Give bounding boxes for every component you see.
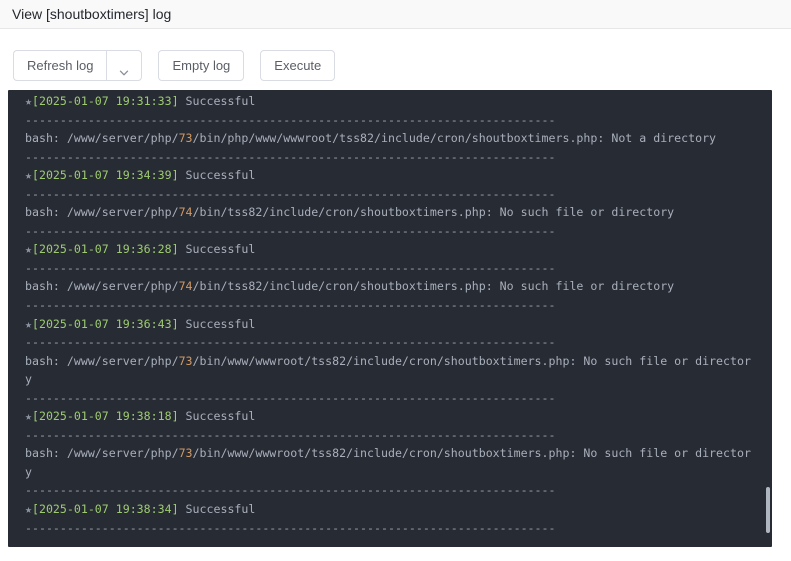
star-icon: ★ <box>25 502 32 517</box>
refresh-log-split-button: Refresh log <box>13 50 143 81</box>
log-status: Successful <box>178 242 256 257</box>
dialog-header: View [shoutboxtimers] log <box>0 0 791 29</box>
log-timestamp: [2025-01-07 19:36:28] <box>31 242 179 257</box>
log-separator: ----------------------------------------… <box>25 149 556 164</box>
log-separator: ----------------------------------------… <box>25 260 556 275</box>
log-status: Successful <box>178 409 256 424</box>
log-output-text: bash: /www/server/php/ <box>25 131 179 146</box>
log-separator: ----------------------------------------… <box>25 427 556 442</box>
log-separator: ----------------------------------------… <box>25 112 556 127</box>
refresh-log-dropdown-button[interactable] <box>106 50 143 81</box>
log-content: ★[2025-01-07 19:31:33] Successful ------… <box>8 90 755 537</box>
log-timestamp: [2025-01-07 19:34:39] <box>31 168 179 183</box>
star-icon: ★ <box>25 242 32 257</box>
log-output-text: /bin/tss82/include/cron/shoutboxtimers.p… <box>192 279 675 294</box>
log-status: Successful <box>178 502 256 517</box>
star-icon: ★ <box>25 94 32 108</box>
empty-log-button[interactable]: Empty log <box>158 50 245 81</box>
log-separator: ----------------------------------------… <box>25 520 556 535</box>
log-separator: ----------------------------------------… <box>25 335 556 350</box>
log-output-text: bash: /www/server/php/ <box>25 205 179 220</box>
log-output-text: bash: /www/server/php/ <box>25 446 179 461</box>
log-output-text: bash: /www/server/php/ <box>25 353 179 368</box>
log-status: Successful <box>178 94 256 108</box>
log-php-version: 74 <box>178 279 193 294</box>
refresh-log-button[interactable]: Refresh log <box>13 50 107 81</box>
log-timestamp: [2025-01-07 19:38:34] <box>31 502 179 517</box>
log-php-version: 73 <box>178 353 193 368</box>
log-timestamp: [2025-01-07 19:36:43] <box>31 316 179 331</box>
log-output-text: bash: /www/server/php/ <box>25 279 179 294</box>
log-separator: ----------------------------------------… <box>25 390 556 405</box>
execute-button[interactable]: Execute <box>260 50 336 81</box>
log-output-text: /bin/tss82/include/cron/shoutboxtimers.p… <box>192 205 675 220</box>
log-php-version: 74 <box>178 205 193 220</box>
log-viewer-dialog: View [shoutboxtimers] log Refresh log Em… <box>0 0 791 561</box>
log-php-version: 73 <box>178 446 193 461</box>
log-status: Successful <box>178 168 256 183</box>
star-icon: ★ <box>25 409 32 424</box>
log-output-panel[interactable]: ★[2025-01-07 19:31:33] Successful ------… <box>8 90 772 547</box>
log-php-version: 73 <box>178 131 193 146</box>
log-separator: ----------------------------------------… <box>25 298 556 313</box>
toolbar: Refresh log Empty log Execute <box>13 50 336 81</box>
page-title: View [shoutboxtimers] log <box>12 6 172 22</box>
star-icon: ★ <box>25 168 32 183</box>
log-separator: ----------------------------------------… <box>25 483 556 498</box>
log-timestamp: [2025-01-07 19:31:33] <box>31 94 179 108</box>
log-separator: ----------------------------------------… <box>25 223 556 238</box>
chevron-down-icon <box>118 60 130 75</box>
log-timestamp: [2025-01-07 19:38:18] <box>31 409 179 424</box>
log-output-text: /bin/php/www/wwwroot/tss82/include/cron/… <box>192 131 717 146</box>
log-scrollbar-thumb[interactable] <box>766 487 770 533</box>
star-icon: ★ <box>25 316 32 331</box>
log-separator: ----------------------------------------… <box>25 186 556 201</box>
log-status: Successful <box>178 316 256 331</box>
